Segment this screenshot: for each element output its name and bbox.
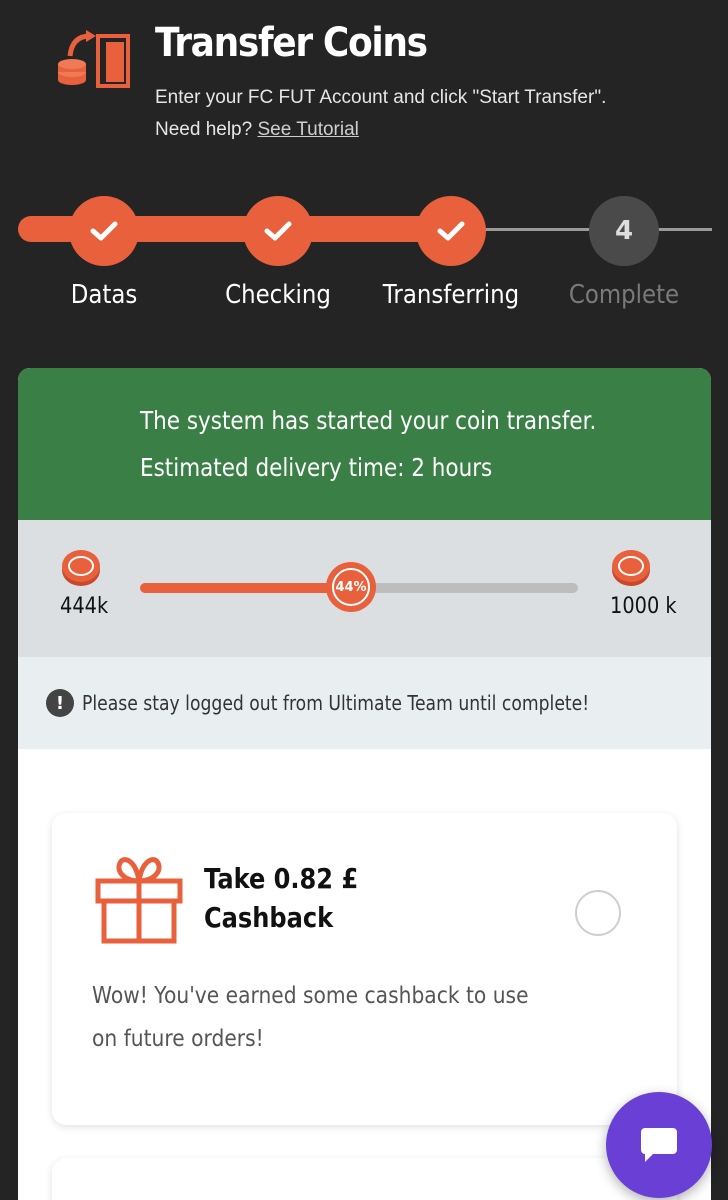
step-datas-check-icon	[69, 196, 139, 266]
status-message: The system has started your coin transfe…	[140, 406, 597, 435]
step-label-datas: Datas	[70, 280, 138, 310]
step-checking-check-icon	[243, 196, 313, 266]
coin-progress: 444k 44% 1000 k	[18, 520, 711, 657]
gift-icon	[95, 857, 183, 944]
cashback-label: Cashback	[204, 901, 334, 934]
help-prefix: Need help?	[155, 119, 253, 140]
step-transferring-check-icon	[416, 196, 486, 266]
step-label-complete: Complete	[568, 280, 680, 310]
step-label-checking: Checking	[225, 280, 331, 310]
coin-icon-target	[612, 550, 650, 586]
page-header: Transfer Coins Enter your FC FUT Account…	[0, 0, 728, 160]
next-offer-card	[52, 1158, 677, 1200]
tutorial-link[interactable]: See Tutorial	[257, 119, 358, 140]
page-title: Transfer Coins	[155, 20, 428, 66]
cashback-title: Take 0.82 £ Cashback	[204, 859, 358, 937]
cashback-amount: Take 0.82 £	[204, 862, 359, 895]
cashback-description: Wow! You've earned some cashback to use …	[92, 983, 529, 1052]
progress-stepper: 4 Datas Checking Transferring Complete	[0, 192, 728, 322]
progress-indicator: 44%	[326, 562, 376, 612]
coin-icon-start	[62, 550, 100, 586]
cashback-offer-card[interactable]: Take 0.82 £ Cashback Wow! You've earned …	[52, 813, 677, 1125]
step-number: 4	[614, 216, 634, 246]
exclamation-icon: !	[46, 689, 74, 717]
coin-transfer-logo-icon	[58, 30, 130, 88]
chat-bubble-icon	[641, 1128, 677, 1162]
status-banner: The system has started your coin transfe…	[18, 368, 711, 520]
page-subtitle: Enter your FC FUT Account and click "Sta…	[155, 82, 606, 146]
progress-fill	[140, 583, 351, 593]
delivery-estimate: Estimated delivery time: 2 hours	[140, 453, 493, 482]
notice-text: Please stay logged out from Ultimate Tea…	[82, 691, 590, 715]
instructions-text: Enter your FC FUT Account and click "Sta…	[155, 87, 607, 108]
cashback-radio[interactable]	[575, 890, 621, 936]
progress-percent: 44%	[332, 568, 370, 606]
step-label-transferring: Transferring	[382, 280, 520, 310]
current-coins-label: 444k	[60, 594, 109, 619]
help-row: Need help? See Tutorial	[155, 114, 606, 146]
target-coins-label: 1000 k	[610, 594, 677, 619]
logout-notice: ! Please stay logged out from Ultimate T…	[18, 657, 711, 749]
step-complete-number: 4	[589, 196, 659, 266]
transfer-status-card: The system has started your coin transfe…	[18, 368, 711, 1200]
chat-button[interactable]	[606, 1092, 712, 1198]
